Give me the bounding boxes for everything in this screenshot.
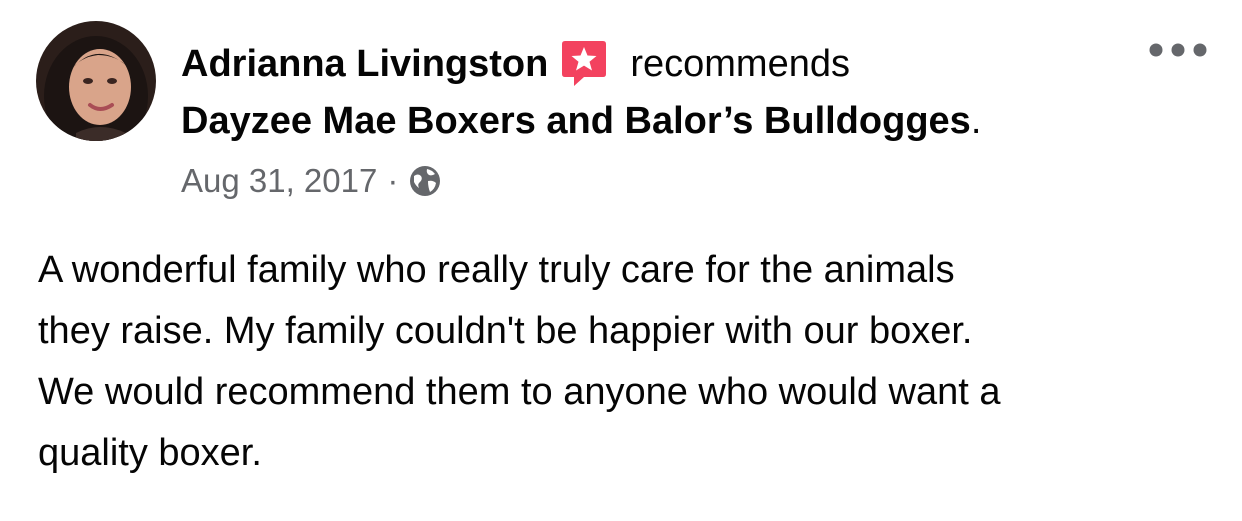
post-body: A wonderful family who really truly care… [38, 240, 1218, 484]
author-name[interactable]: Adrianna Livingston [181, 43, 548, 86]
post-body-line: We would recommend them to anyone who wo… [38, 371, 1001, 413]
post-body-line: A wonderful family who really truly care… [38, 249, 955, 291]
more-options-button[interactable] [1146, 32, 1210, 68]
post-header: Adrianna Livingston recommends Dayzee Ma… [181, 36, 1141, 206]
meta-separator: · [387, 162, 399, 199]
post-date[interactable]: Aug 31, 2017 [181, 162, 377, 200]
more-horizontal-icon [1149, 43, 1207, 57]
post-meta: Aug 31, 2017 · [181, 156, 1141, 206]
page-name-link[interactable]: Dayzee Mae Boxers and Balor’s Bulldogges [181, 100, 971, 143]
post-body-line: quality boxer. [38, 432, 262, 474]
post-body-line: they raise. My family couldn't be happie… [38, 310, 973, 352]
page-name-suffix: . [970, 99, 982, 142]
avatar[interactable] [36, 21, 156, 141]
header-line-author: Adrianna Livingston recommends [181, 36, 1141, 92]
recommendation-post: Adrianna Livingston recommends Dayzee Ma… [0, 0, 1242, 521]
action-text: recommends [630, 42, 850, 85]
header-line-page: Dayzee Mae Boxers and Balor’s Bulldogges… [181, 92, 1141, 150]
recommend-star-icon [560, 39, 608, 89]
globe-icon[interactable] [408, 164, 442, 198]
